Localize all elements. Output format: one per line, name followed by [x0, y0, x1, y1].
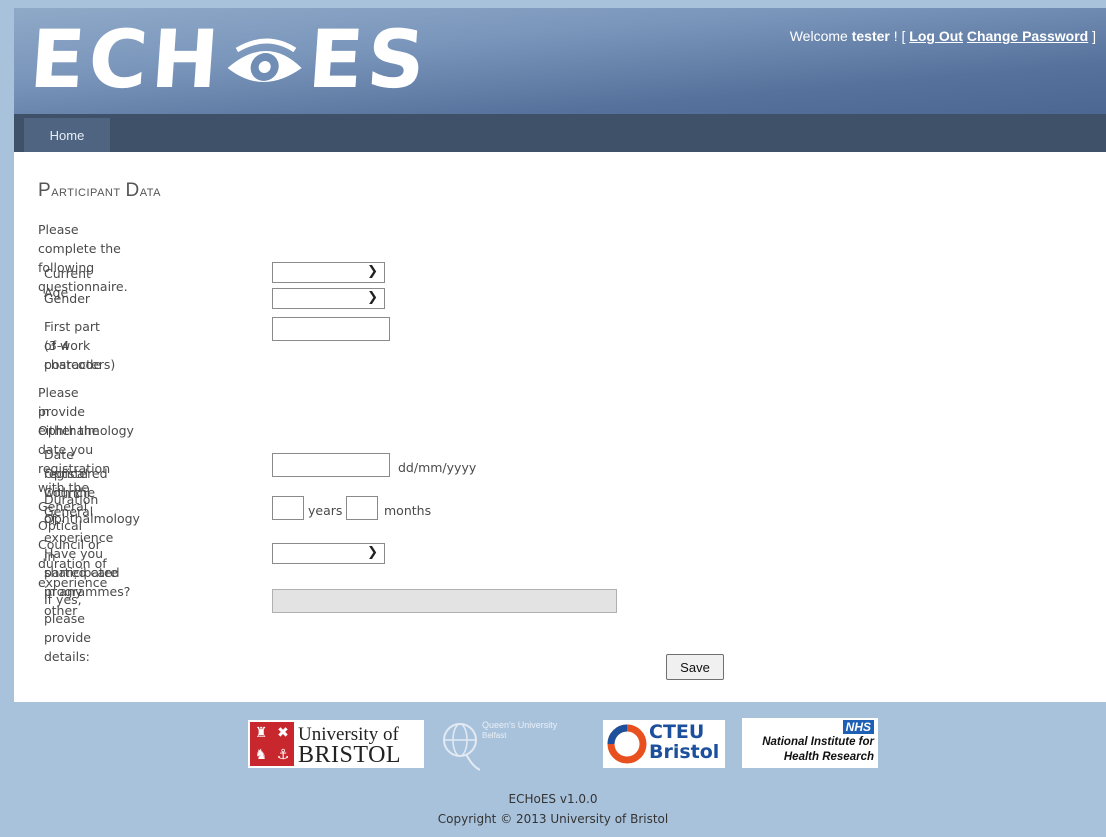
title-rest-2: ata — [139, 183, 162, 200]
shared-care-select[interactable]: ❯ — [272, 543, 385, 564]
welcome-bracket-close: ] — [1088, 28, 1096, 44]
chevron-down-icon: ❯ — [367, 290, 378, 305]
queens-line2: Belfast — [482, 731, 507, 740]
details-input[interactable] — [272, 589, 617, 613]
nav-bar: Home — [14, 114, 1106, 152]
main-frame: ECH ES Welcome tester ! [ Log Out Change … — [14, 8, 1106, 702]
nihr-logo: NHS National Institute for Health Resear… — [742, 718, 878, 768]
postcode-label-line2: (3-4 characters) — [44, 338, 116, 372]
queens-line1: Queen's University — [482, 720, 558, 730]
change-password-link[interactable]: Change Password — [967, 28, 1088, 44]
cteu-line1: CTEU — [649, 721, 705, 743]
cteu-ring-icon — [607, 724, 647, 764]
bristol-crest-icon: ♜ ✖ ♞ ⚓ — [250, 722, 294, 766]
save-button[interactable]: Save — [666, 654, 724, 680]
welcome-bar: Welcome tester ! [ Log Out Change Passwo… — [790, 28, 1096, 44]
years-label: years — [308, 503, 343, 518]
title-cap-p: P — [38, 180, 52, 201]
date-registered-input[interactable] — [272, 453, 390, 477]
cteu-bristol-logo: CTEU Bristol — [603, 720, 725, 768]
instruction-line2: in Ophthalmology — [38, 404, 134, 438]
title-cap-d: D — [125, 180, 140, 201]
current-age-select[interactable]: ❯ — [272, 262, 385, 283]
eye-icon — [223, 19, 307, 111]
version-text: ECHoES v1.0.0 — [508, 792, 598, 806]
postcode-input[interactable] — [272, 317, 390, 341]
queens-globe-icon — [443, 723, 480, 771]
welcome-bracket-open: ! [ — [889, 28, 910, 44]
footer-logos: ♜ ✖ ♞ ⚓ University of BRISTOL Queen's Un… — [0, 716, 1106, 776]
echoes-logo: ECH ES — [26, 13, 433, 111]
nihr-line1: National Institute for — [762, 736, 874, 748]
experience-label-line2: Ophthalmology — [44, 511, 140, 526]
username: tester — [851, 28, 890, 44]
header-banner: ECH ES Welcome tester ! [ Log Out Change … — [14, 8, 1106, 114]
nhs-badge: NHS — [842, 720, 874, 734]
experience-years-input[interactable] — [272, 496, 304, 520]
welcome-prefix: Welcome — [789, 28, 852, 44]
experience-months-input[interactable] — [346, 496, 378, 520]
gender-select[interactable]: ❯ — [272, 288, 385, 309]
gender-label: Gender — [44, 291, 91, 306]
cteu-text: CTEU Bristol — [649, 722, 719, 762]
nihr-line2: Health Research — [783, 751, 874, 763]
logout-link[interactable]: Log Out — [909, 28, 963, 44]
nav-home-tab[interactable]: Home — [24, 118, 110, 152]
bristol-line2: BRISTOL — [298, 742, 402, 768]
months-label: months — [384, 503, 432, 518]
logo-text-ech: ECH — [26, 13, 226, 106]
details-label: If yes, please provide details: — [44, 592, 91, 664]
cteu-line2: Bristol — [649, 741, 720, 763]
page-title: Participant Data — [38, 180, 161, 202]
queens-university-belfast-logo: Queen's University Belfast — [440, 718, 590, 774]
chevron-down-icon: ❯ — [367, 264, 378, 279]
date-format-hint: dd/mm/yyyy — [398, 460, 477, 475]
title-rest-1: articipant — [51, 183, 126, 200]
logo-text-es: ES — [305, 13, 433, 106]
chevron-down-icon: ❯ — [367, 545, 378, 560]
copyright-text: Copyright © 2013 University of Bristol — [437, 812, 669, 826]
university-of-bristol-logo: ♜ ✖ ♞ ⚓ University of BRISTOL — [248, 720, 424, 768]
